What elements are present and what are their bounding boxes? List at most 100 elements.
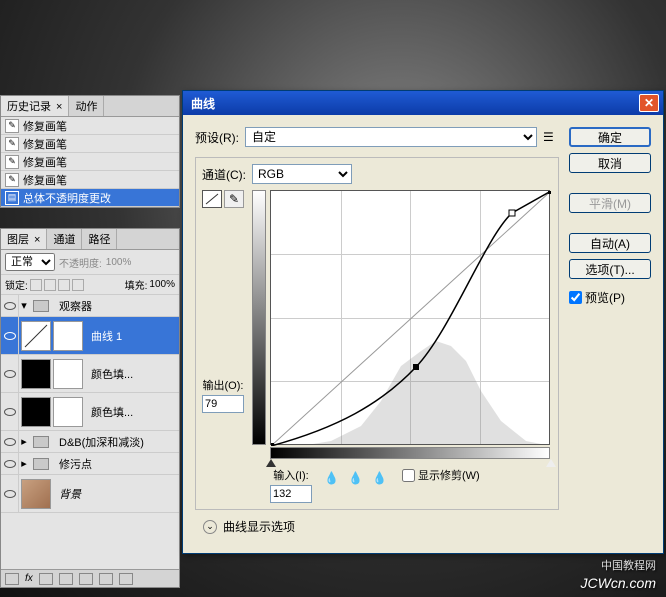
curve-pencil-tool[interactable]: ✎ (224, 190, 244, 208)
cancel-button[interactable]: 取消 (569, 153, 651, 173)
close-icon[interactable]: × (31, 234, 40, 246)
folder-new-icon[interactable] (79, 573, 93, 585)
layer-name: 修污点 (53, 456, 92, 472)
visibility-toggle[interactable] (1, 317, 19, 354)
display-options-row[interactable]: ⌄ 曲线显示选项 (203, 518, 559, 535)
y-axis-gradient (252, 190, 266, 445)
layer-curves-selected[interactable]: 曲线 1 (1, 317, 179, 355)
layer-name: 颜色填... (85, 366, 133, 382)
curve-container (270, 190, 550, 461)
layers-tabs: 图层 × 通道 路径 (1, 229, 179, 250)
layer-folder[interactable]: ▸ 修污点 (1, 453, 179, 475)
auto-button[interactable]: 自动(A) (569, 233, 651, 253)
lock-row: 锁定: 填充: 100% (1, 275, 179, 295)
visibility-toggle[interactable] (1, 295, 19, 316)
lock-transparent-icon[interactable] (30, 279, 42, 291)
visibility-toggle[interactable] (1, 431, 19, 452)
history-label: 修复画笔 (23, 118, 67, 134)
opacity-icon: ▤ (5, 191, 19, 205)
history-item[interactable]: ✎修复画笔 (1, 135, 179, 153)
visibility-toggle[interactable] (1, 453, 19, 474)
visibility-toggle[interactable] (1, 475, 19, 512)
ok-button[interactable]: 确定 (569, 127, 651, 147)
brush-icon: ✎ (5, 173, 19, 187)
close-button[interactable]: ✕ (639, 94, 659, 112)
output-input[interactable] (202, 395, 244, 413)
preset-select[interactable]: 自定 (245, 127, 537, 147)
eyedropper-white-icon[interactable]: 💧 (372, 471, 390, 487)
display-options-label: 曲线显示选项 (223, 518, 295, 535)
curve-point[interactable] (413, 364, 419, 370)
eye-icon (4, 490, 16, 498)
new-layer-icon[interactable] (99, 573, 113, 585)
layer-row[interactable]: 颜色填... (1, 355, 179, 393)
history-item[interactable]: ✎修复画笔 (1, 153, 179, 171)
curve-grid[interactable] (270, 190, 550, 445)
opacity-value[interactable]: 100% (106, 257, 132, 268)
lock-position-icon[interactable] (58, 279, 70, 291)
curve-point-tool[interactable] (202, 190, 222, 208)
options-button[interactable]: 选项(T)... (569, 259, 651, 279)
mask-icon[interactable] (39, 573, 53, 585)
preview-input[interactable] (569, 291, 582, 304)
output-label: 输出(O): (203, 377, 244, 393)
chevron-right-icon[interactable]: ▸ (19, 457, 29, 470)
chevron-right-icon[interactable]: ▸ (19, 435, 29, 448)
expand-icon[interactable]: ⌄ (203, 520, 217, 534)
preset-row: 预设(R): 自定 ☰ (195, 127, 559, 147)
history-item-selected[interactable]: ▤总体不透明度更改 (1, 189, 179, 207)
folder-icon (33, 436, 49, 448)
preset-menu-icon[interactable]: ☰ (543, 130, 559, 144)
history-item[interactable]: ✎修复画笔 (1, 171, 179, 189)
layer-background[interactable]: 背景 (1, 475, 179, 513)
tab-actions[interactable]: 动作 (69, 96, 104, 116)
visibility-toggle[interactable] (1, 355, 19, 392)
tab-layers[interactable]: 图层 × (1, 229, 47, 249)
layer-folder[interactable]: ▸ D&B(加深和减淡) (1, 431, 179, 453)
adjustment-icon[interactable] (59, 573, 73, 585)
channel-select[interactable]: RGB (252, 164, 352, 184)
show-clipping-checkbox[interactable]: 显示修剪(W) (402, 467, 480, 483)
trash-icon[interactable] (119, 573, 133, 585)
input-input[interactable] (270, 485, 312, 503)
lock-all-icon[interactable] (72, 279, 84, 291)
layer-folder[interactable]: ▾ 观察器 (1, 295, 179, 317)
history-item[interactable]: ✎ 修复画笔 (1, 117, 179, 135)
dialog-title: 曲线 (187, 95, 639, 112)
visibility-toggle[interactable] (1, 393, 19, 430)
layer-row[interactable]: 颜色填... (1, 393, 179, 431)
dialog-buttons: 确定 取消 平滑(M) 自动(A) 选项(T)... 预览(P) (569, 127, 651, 535)
mask-thumb (53, 397, 83, 427)
black-point-slider[interactable] (266, 459, 276, 467)
dialog-titlebar[interactable]: 曲线 ✕ (183, 91, 663, 115)
dialog-body: 预设(R): 自定 ☰ 通道(C): RGB ✎ (183, 115, 663, 547)
close-icon[interactable]: × (53, 101, 62, 113)
curve-point[interactable] (509, 210, 515, 216)
layer-name: 观察器 (53, 298, 92, 314)
link-icon[interactable] (5, 573, 19, 585)
fx-icon[interactable]: fx (25, 573, 33, 584)
tab-paths[interactable]: 路径 (82, 229, 117, 249)
lock-image-icon[interactable] (44, 279, 56, 291)
tab-history[interactable]: 历史记录 × (1, 96, 69, 116)
fill-value[interactable]: 100% (149, 279, 175, 290)
white-point-slider[interactable] (546, 459, 556, 467)
input-label: 输入(I): (273, 467, 308, 483)
output-block: 输出(O): (202, 377, 244, 413)
mask-thumb (53, 359, 83, 389)
fill-thumb (21, 359, 51, 389)
layers-toolbar: fx (1, 569, 179, 587)
show-clipping-input[interactable] (402, 469, 415, 482)
brush-icon: ✎ (5, 119, 19, 133)
eyedropper-black-icon[interactable]: 💧 (324, 471, 342, 487)
preview-checkbox[interactable]: 预览(P) (569, 289, 651, 306)
eyedropper-gray-icon[interactable]: 💧 (348, 471, 366, 487)
show-clip-label: 显示修剪(W) (418, 467, 480, 483)
folder-icon (33, 300, 49, 312)
chevron-down-icon[interactable]: ▾ (19, 299, 29, 312)
channel-group: 通道(C): RGB ✎ 输出(O): (195, 157, 559, 510)
curves-dialog: 曲线 ✕ 预设(R): 自定 ☰ 通道(C): RGB ✎ (182, 90, 664, 554)
tab-channels[interactable]: 通道 (47, 229, 82, 249)
layer-thumbs (19, 477, 53, 511)
blend-mode-select[interactable]: 正常 (5, 253, 55, 271)
